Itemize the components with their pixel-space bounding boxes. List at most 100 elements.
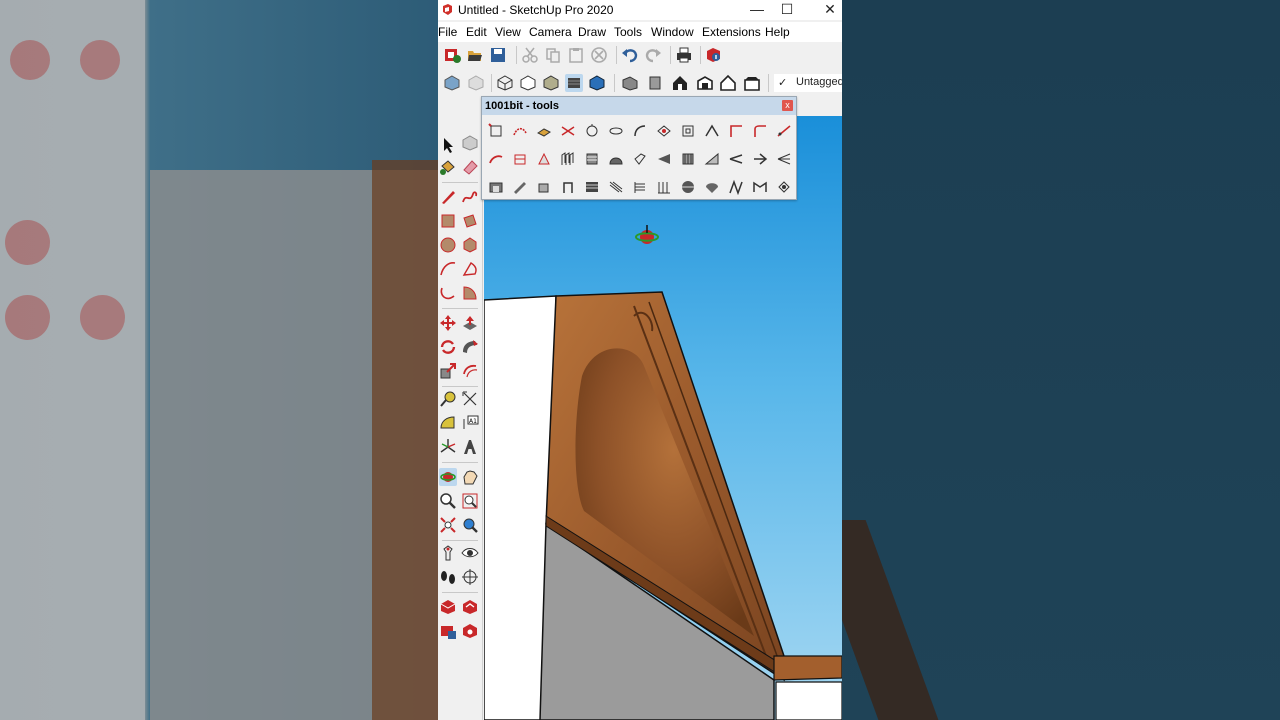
cut-icon[interactable] [521,46,539,64]
1001bit-tool-icon[interactable] [728,179,744,195]
save-icon[interactable] [489,46,507,64]
3d-text-icon[interactable] [461,438,479,456]
wireframe-style-icon[interactable] [496,74,514,92]
hidden-line-style-icon[interactable] [519,74,537,92]
share-model-icon[interactable] [461,598,479,616]
1001bit-tool-icon[interactable] [536,179,552,195]
menu-window[interactable]: Window [651,25,694,39]
close-button[interactable]: ✕ [813,0,842,20]
zoom-extents-icon[interactable] [439,516,457,534]
1001bit-tool-icon[interactable] [776,179,792,195]
1001bit-tool-icon[interactable] [680,179,696,195]
rotated-rectangle-icon[interactable] [461,212,479,230]
open-folder-icon[interactable] [466,46,484,64]
1001bit-tool-icon[interactable] [680,123,696,139]
two-point-arc-icon[interactable] [461,260,479,278]
dimension-icon[interactable] [461,390,479,408]
1001bit-tool-icon[interactable] [608,179,624,195]
menu-edit[interactable]: Edit [466,25,487,39]
axes-icon[interactable] [439,438,457,456]
line-pencil-icon[interactable] [439,188,457,206]
iso-view-icon[interactable] [621,74,639,92]
1001bit-tool-icon[interactable] [632,151,648,167]
1001bit-tool-icon[interactable] [632,123,648,139]
1001bit-tool-icon[interactable] [560,179,576,195]
1001bit-tool-icon[interactable] [608,151,624,167]
move-icon[interactable] [439,314,457,332]
redo-icon[interactable] [644,46,662,64]
select-arrow-icon[interactable] [439,136,457,154]
1001bit-tool-icon[interactable] [680,151,696,167]
maximize-button[interactable]: ☐ [770,0,804,20]
1001bit-tool-icon[interactable] [704,179,720,195]
previous-view-icon[interactable] [461,516,479,534]
1001bit-tool-icon[interactable] [656,123,672,139]
rotate-icon[interactable] [439,338,457,356]
menu-file[interactable]: File [438,25,457,39]
right-view-icon[interactable] [696,74,714,92]
left-view-icon[interactable] [743,74,761,92]
menu-help[interactable]: Help [765,25,790,39]
floating-toolbar-header[interactable]: 1001bit - tools x [482,97,796,115]
1001bit-tool-icon[interactable] [536,151,552,167]
1001bit-tool-icon[interactable] [752,151,768,167]
1001bit-tool-icon[interactable] [752,123,768,139]
1001bit-tool-icon[interactable] [512,123,528,139]
tag-selector[interactable]: ✓ Untagged [774,74,842,92]
extension-warehouse-icon[interactable] [439,622,457,640]
1001bit-tool-icon[interactable] [584,123,600,139]
1001bit-tool-icon[interactable] [560,123,576,139]
extension-manager-icon[interactable] [461,622,479,640]
erase-icon[interactable] [590,46,608,64]
1001bit-tool-icon[interactable] [608,123,624,139]
menu-draw[interactable]: Draw [578,25,606,39]
rectangle-icon[interactable] [439,212,457,230]
section-plane-icon[interactable] [461,568,479,586]
freehand-icon[interactable] [461,188,479,206]
scale-icon[interactable] [439,362,457,380]
shaded-textures-style-icon[interactable] [565,74,583,92]
1001bit-tool-icon[interactable] [488,123,504,139]
floating-toolbar-close-button[interactable]: x [782,100,793,111]
print-icon[interactable] [675,46,693,64]
tape-measure-icon[interactable] [439,390,457,408]
1001bit-tool-icon[interactable] [704,151,720,167]
1001bit-tool-icon[interactable] [512,179,528,195]
shaded-style-icon[interactable] [542,74,560,92]
orbit-icon[interactable] [439,468,457,486]
1001bit-tool-icon[interactable] [776,123,792,139]
1001bit-tool-icon[interactable] [512,151,528,167]
1001bit-tool-icon[interactable] [704,123,720,139]
polygon-icon[interactable] [461,236,479,254]
walk-footprints-icon[interactable] [439,568,457,586]
circle-icon[interactable] [439,236,457,254]
1001bit-tool-icon[interactable] [728,151,744,167]
1001bit-tool-icon[interactable] [584,179,600,195]
menu-view[interactable]: View [495,25,521,39]
new-file-icon[interactable] [443,46,461,64]
look-around-eye-icon[interactable] [461,544,479,562]
position-camera-icon[interactable] [439,544,457,562]
model-viewport[interactable] [484,116,842,720]
top-view-icon[interactable] [646,74,664,92]
1001bit-tool-icon[interactable] [488,179,504,195]
push-pull-icon[interactable] [461,314,479,332]
zoom-window-icon[interactable] [461,492,479,510]
menu-tools[interactable]: Tools [614,25,642,39]
make-component-icon[interactable] [461,134,479,152]
undo-icon[interactable] [621,46,639,64]
1001bit-tool-icon[interactable] [632,179,648,195]
offset-icon[interactable] [461,362,479,380]
1001bit-tool-icon[interactable] [728,123,744,139]
monochrome-style-icon[interactable] [588,74,606,92]
copy-icon[interactable] [544,46,562,64]
warehouse-icon[interactable] [439,598,457,616]
1001bit-tool-icon[interactable] [584,151,600,167]
1001bit-tool-icon[interactable] [560,151,576,167]
minimize-button[interactable]: — [740,0,774,20]
text-icon[interactable]: A1 [461,414,479,432]
model-info-icon[interactable] [705,46,723,64]
pie-icon[interactable] [461,284,479,302]
arc-icon[interactable] [439,260,457,278]
1001bit-tool-icon[interactable] [776,151,792,167]
